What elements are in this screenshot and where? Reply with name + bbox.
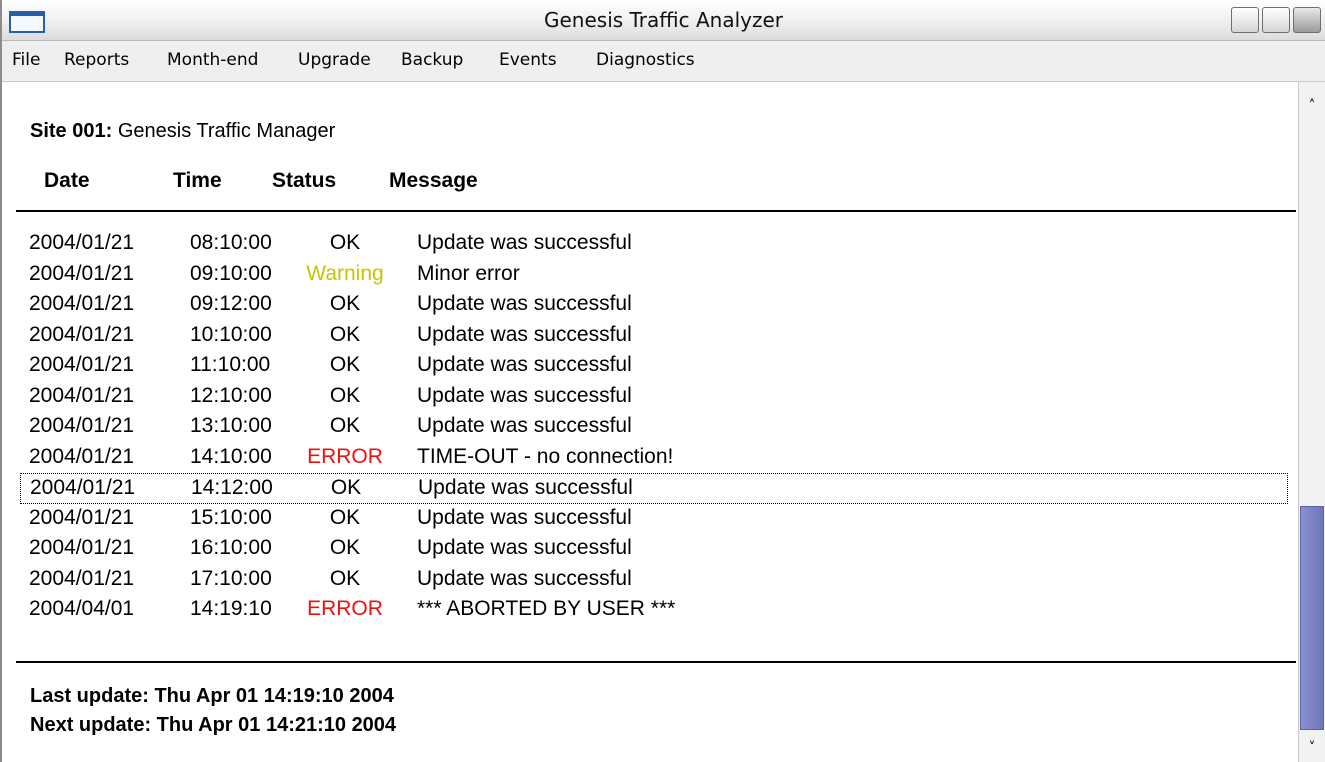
menu-reports[interactable]: Reports xyxy=(64,50,129,70)
window-title: Genesis Traffic Analyzer xyxy=(543,8,783,32)
next-update-text: Next update: Thu Apr 01 14:21:10 2004 xyxy=(30,714,397,736)
table-row[interactable]: 2004/01/21 17:10:00 OK Update was successfu… xyxy=(20,565,1288,596)
row-message: Update was successful xyxy=(417,292,632,315)
row-date: 2004/01/21 xyxy=(29,292,135,315)
scroll-up-icon[interactable]: ˄ xyxy=(1299,92,1325,120)
menu-events[interactable]: Events xyxy=(499,50,557,70)
site-heading: Site 001: Genesis Traffic Manager xyxy=(30,120,335,143)
row-date: 2004/01/21 xyxy=(30,476,136,499)
menu-diagnostics[interactable]: Diagnostics xyxy=(596,50,695,70)
row-time: 13:10:00 xyxy=(190,414,272,437)
row-time: 14:19:10 xyxy=(190,597,272,620)
update-info: Last update: Thu Apr 01 14:19:10 2004 Ne… xyxy=(30,682,396,740)
row-date: 2004/01/21 xyxy=(29,536,135,559)
scrollbar-thumb[interactable] xyxy=(1300,506,1324,730)
row-message: TIME-OUT - no connection! xyxy=(417,444,674,468)
row-time: 10:10:00 xyxy=(190,322,272,346)
scroll-down-icon[interactable]: ˅ xyxy=(1299,734,1325,762)
table-row[interactable]: 2004/01/21 12:10:00 OK Update was successfu… xyxy=(20,382,1288,413)
row-message: Update was successful xyxy=(417,353,632,376)
row-date: 2004/01/21 xyxy=(29,414,135,437)
row-message: Update was successful xyxy=(417,505,632,529)
row-message: Update was successful xyxy=(418,476,633,499)
window-controls xyxy=(1228,7,1321,33)
row-time: 11:10:00 xyxy=(190,353,271,376)
column-header-message: Message xyxy=(389,169,478,192)
column-header-status: Status xyxy=(272,169,337,192)
row-time: 16:10:00 xyxy=(190,536,272,559)
vertical-scrollbar[interactable]: ˄ ˅ xyxy=(1298,82,1325,762)
row-time: 08:10:00 xyxy=(190,231,272,254)
row-status: OK xyxy=(329,322,361,346)
row-date: 2004/01/21 xyxy=(29,261,135,285)
menu-backup[interactable]: Backup xyxy=(401,50,463,70)
row-status: OK xyxy=(329,292,361,315)
footer-divider xyxy=(16,661,1296,663)
row-date: 2004/01/21 xyxy=(29,383,135,407)
last-update-text: Last update: Thu Apr 01 14:19:10 2004 xyxy=(30,685,394,707)
table-row[interactable]: 2004/01/21 14:12:00 OK Update was successfu… xyxy=(20,473,1288,504)
row-date: 2004/01/21 xyxy=(29,505,135,529)
row-status: OK xyxy=(329,353,361,376)
row-status: ERROR xyxy=(307,597,383,620)
row-message: *** ABORTED BY USER *** xyxy=(417,597,676,620)
table-row[interactable]: 2004/01/21 09:12:00 OK Update was successfu… xyxy=(20,290,1288,321)
row-time: 17:10:00 xyxy=(190,566,272,590)
row-time: 14:10:00 xyxy=(190,444,272,468)
table-row[interactable]: 2004/01/21 13:10:00 OK Update was successfu… xyxy=(20,412,1288,443)
column-header-date: Date xyxy=(44,169,90,192)
row-status: OK xyxy=(330,476,362,499)
table-row[interactable]: 2004/01/21 08:10:00 OK Update was successfu… xyxy=(20,229,1288,260)
row-status: OK xyxy=(329,383,361,407)
row-message: Minor error xyxy=(417,261,520,285)
column-header-time: Time xyxy=(173,169,222,192)
menu-bar: File Reports Month-end Upgrade Backup Ev… xyxy=(2,41,1325,82)
row-status: Warning xyxy=(306,261,384,285)
row-message: Update was successful xyxy=(417,383,632,407)
row-date: 2004/01/21 xyxy=(29,566,135,590)
row-status: OK xyxy=(329,231,361,254)
row-time: 09:12:00 xyxy=(190,292,272,315)
row-message: Update was successful xyxy=(417,231,632,254)
table-row[interactable]: 2004/01/21 15:10:00 OK Update was successfu… xyxy=(20,504,1288,535)
row-date: 2004/01/21 xyxy=(29,231,135,254)
menu-month-end[interactable]: Month-end xyxy=(167,50,258,70)
row-time: 15:10:00 xyxy=(190,505,272,529)
log-panel: Site 001: Genesis Traffic Manager Date T… xyxy=(2,82,1298,762)
menu-upgrade[interactable]: Upgrade xyxy=(298,50,371,70)
row-message: Update was successful xyxy=(417,566,632,590)
row-message: Update was successful xyxy=(417,414,632,437)
shade-button[interactable] xyxy=(1293,7,1321,33)
site-name: Genesis Traffic Manager xyxy=(117,120,336,142)
row-date: 2004/01/21 xyxy=(29,322,135,346)
table-row[interactable]: 2004/04/01 14:19:10 ERROR *** ABORTED BY US… xyxy=(20,595,1288,626)
table-row[interactable]: 2004/01/21 10:10:00 OK Update was successfu… xyxy=(20,321,1288,352)
maximize-button[interactable] xyxy=(1262,7,1290,33)
title-bar[interactable]: Genesis Traffic Analyzer xyxy=(2,0,1325,41)
row-message: Update was successful xyxy=(417,322,632,346)
row-time: 14:12:00 xyxy=(191,476,273,499)
table-row[interactable]: 2004/01/21 09:10:00 Warning Minor error xyxy=(20,260,1288,291)
row-date: 2004/01/21 xyxy=(29,444,135,468)
row-status: OK xyxy=(329,414,361,437)
table-row[interactable]: 2004/01/21 11:10:00 OK Update was successfu… xyxy=(20,351,1288,382)
row-date: 2004/01/21 xyxy=(29,353,135,376)
minimize-button[interactable] xyxy=(1231,7,1259,33)
row-status: OK xyxy=(329,536,361,559)
row-time: 12:10:00 xyxy=(190,383,272,407)
row-status: OK xyxy=(329,505,361,529)
site-label: Site 001: xyxy=(30,120,113,142)
app-window: Genesis Traffic Analyzer File Reports Mo… xyxy=(0,0,1325,762)
table-row[interactable]: 2004/01/21 16:10:00 OK Update was successfu… xyxy=(20,534,1288,565)
row-message: Update was successful xyxy=(417,536,632,559)
table-row[interactable]: 2004/01/21 14:10:00 ERROR TIME-OUT - no con… xyxy=(20,443,1288,474)
row-status: OK xyxy=(329,566,361,590)
header-divider xyxy=(16,210,1296,212)
menu-file[interactable]: File xyxy=(12,50,40,70)
row-time: 09:10:00 xyxy=(190,261,272,285)
row-status: ERROR xyxy=(307,444,383,468)
row-date: 2004/04/01 xyxy=(29,597,135,620)
